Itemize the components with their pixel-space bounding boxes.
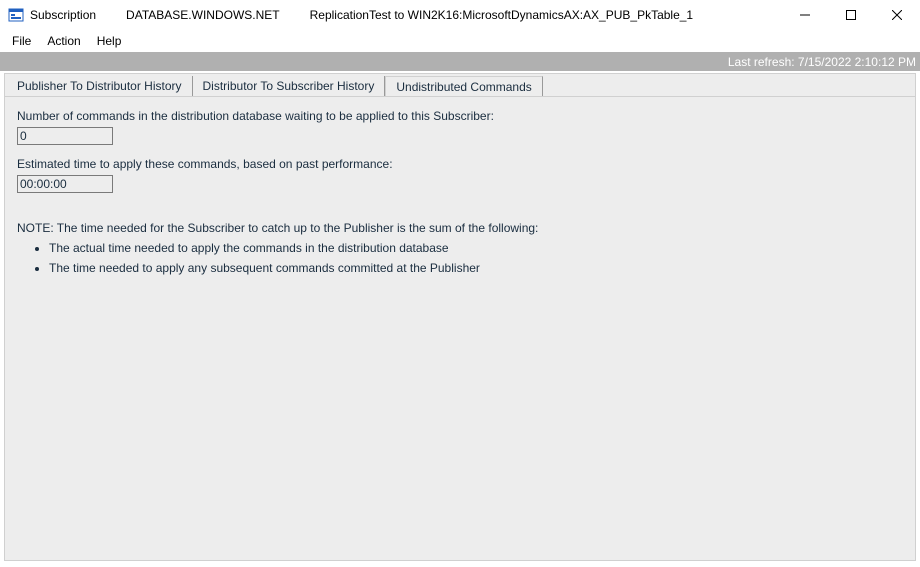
menu-file[interactable]: File	[4, 32, 39, 50]
estimated-time-label: Estimated time to apply these commands, …	[17, 157, 903, 171]
titlebar: Subscription DATABASE.WINDOWS.NET Replic…	[0, 0, 920, 30]
title-app-label: Subscription	[30, 8, 96, 22]
estimated-time-field: 00:00:00	[17, 175, 113, 193]
commands-waiting-field: 0	[17, 127, 113, 145]
menubar: File Action Help	[0, 30, 920, 52]
menu-action[interactable]: Action	[39, 32, 88, 50]
titlebar-text: Subscription DATABASE.WINDOWS.NET Replic…	[30, 8, 693, 22]
close-button[interactable]	[874, 0, 920, 30]
status-band: Last refresh: 7/15/2022 2:10:12 PM	[0, 52, 920, 71]
note-bullet-list: The actual time needed to apply the comm…	[17, 241, 903, 275]
tab-strip: Publisher To Distributor History Distrib…	[5, 74, 915, 96]
window-controls	[782, 0, 920, 30]
note-heading: NOTE: The time needed for the Subscriber…	[17, 221, 903, 235]
tab-container: Publisher To Distributor History Distrib…	[4, 73, 916, 561]
title-server: DATABASE.WINDOWS.NET	[126, 8, 280, 22]
tab-undistributed-commands[interactable]: Undistributed Commands	[385, 76, 542, 96]
commands-waiting-label: Number of commands in the distribution d…	[17, 109, 903, 123]
minimize-button[interactable]	[782, 0, 828, 30]
note-bullet-2: The time needed to apply any subsequent …	[49, 261, 903, 275]
tab-distributor-subscriber[interactable]: Distributor To Subscriber History	[193, 76, 386, 96]
note-bullet-1: The actual time needed to apply the comm…	[49, 241, 903, 255]
app-icon	[8, 7, 24, 23]
maximize-button[interactable]	[828, 0, 874, 30]
title-detail: ReplicationTest to WIN2K16:MicrosoftDyna…	[310, 8, 694, 22]
tab-body: Number of commands in the distribution d…	[5, 96, 915, 560]
tab-publisher-distributor[interactable]: Publisher To Distributor History	[7, 76, 193, 96]
menu-help[interactable]: Help	[89, 32, 130, 50]
last-refresh-label: Last refresh: 7/15/2022 2:10:12 PM	[728, 55, 916, 69]
